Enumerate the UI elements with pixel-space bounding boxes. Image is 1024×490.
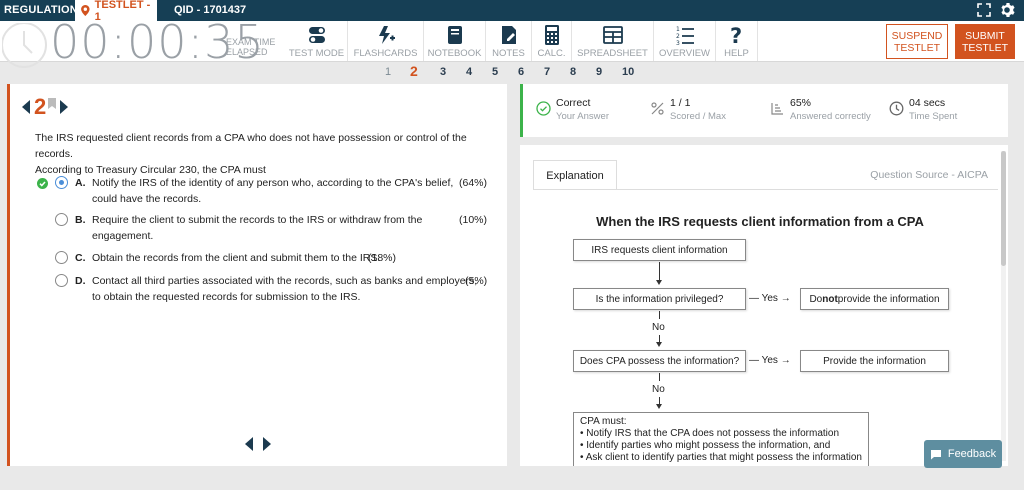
help-icon: ? (730, 24, 742, 46)
question-nav-3[interactable]: 3 (440, 66, 446, 78)
radio-button[interactable] (55, 251, 68, 264)
svg-text:2: 2 (676, 33, 680, 40)
radio-button[interactable] (55, 274, 68, 287)
question-nav-10[interactable]: 10 (622, 66, 634, 78)
flow-label-no-2: No (652, 384, 665, 395)
flow-box-request: IRS requests client information (573, 239, 746, 261)
scrollbar-thumb[interactable] (1001, 151, 1006, 266)
feedback-button[interactable]: Feedback (924, 440, 1002, 468)
flow-box-possess: Does CPA possess the information? (573, 350, 746, 372)
bar-chart-icon (771, 103, 783, 115)
flow-label-yes-2: — Yes → (749, 355, 791, 366)
question-nav-8[interactable]: 8 (570, 66, 576, 78)
time-spent-stat: 04 secs Time Spent (889, 96, 957, 124)
suspend-testlet-button[interactable]: SUSPEND TESTLET (886, 24, 948, 59)
prev-question-icon[interactable] (22, 100, 30, 114)
notebook-button[interactable]: NOTEBOOK (424, 21, 486, 61)
correct-check-icon (37, 178, 48, 189)
submit-testlet-button[interactable]: SUBMIT TESTLET (955, 24, 1015, 59)
flow-label-yes-1: — Yes → (749, 293, 791, 304)
your-answer-stat: Correct Your Answer (536, 96, 609, 124)
question-header: 2 (22, 94, 69, 120)
flow-connector (659, 311, 660, 319)
flow-label-no-1: No (652, 322, 665, 333)
flowchart-title: When the IRS requests client information… (596, 214, 924, 229)
percent-correct-stat: 65% Answered correctly (771, 96, 871, 124)
calculator-icon (544, 25, 559, 45)
flow-arrow-down (656, 280, 662, 285)
chat-bubble-icon (930, 449, 941, 459)
question-nav-1[interactable]: 1 (385, 66, 391, 78)
explanation-panel: Explanation Question Source - AICPA When… (520, 145, 1008, 466)
help-button[interactable]: ? HELP (716, 21, 758, 61)
fullscreen-icon[interactable] (977, 3, 991, 17)
overview-button[interactable]: 123 OVERVIEW (654, 21, 716, 61)
question-panel: 2 The IRS requested client records from … (7, 84, 507, 466)
tab-explanation[interactable]: Explanation (533, 160, 617, 190)
percent-icon (651, 102, 664, 115)
question-nav-4[interactable]: 4 (466, 66, 472, 78)
bookmark-icon[interactable] (48, 97, 57, 109)
test-mode-button[interactable]: TEST MODE (286, 21, 348, 61)
flow-box-cpa-must: CPA must: • Notify IRS that the CPA does… (573, 412, 869, 466)
flow-arrow-down (656, 404, 662, 409)
flow-box-provide: Provide the information (800, 350, 949, 372)
tab-divider (533, 189, 998, 190)
notes-button[interactable]: NOTES (486, 21, 532, 61)
radio-button[interactable] (55, 213, 68, 226)
timer-label: EXAM TIME ELAPSED (226, 37, 276, 57)
radio-button[interactable] (55, 176, 68, 189)
flashcard-icon (378, 26, 395, 44)
bottom-question-nav (245, 437, 271, 451)
overview-icon: 123 (676, 26, 694, 46)
flow-box-privileged: Is the information privileged? (573, 288, 746, 310)
toggle-icon (308, 27, 325, 43)
score-stat: 1 / 1 Scored / Max (651, 96, 726, 124)
question-nav-6[interactable]: 6 (518, 66, 524, 78)
svg-text:1: 1 (676, 26, 680, 33)
svg-text:3: 3 (676, 40, 680, 46)
calculator-button[interactable]: CALC. (532, 21, 572, 61)
toolbar: 00:00:35 EXAM TIME ELAPSED TEST MODE FLA… (0, 17, 1024, 68)
next-question-icon[interactable] (60, 100, 69, 114)
question-nav-7[interactable]: 7 (544, 66, 550, 78)
check-circle-icon (536, 101, 551, 116)
flow-box-do-not-provide: Do not provide the information (800, 288, 949, 310)
question-navigator: 1 2 3 4 5 6 7 8 9 10 (0, 62, 1024, 82)
question-nav-9[interactable]: 9 (596, 66, 602, 78)
question-number: 2 (34, 94, 47, 119)
flow-connector (659, 373, 660, 381)
flashcards-button[interactable]: FLASHCARDS (348, 21, 424, 61)
question-nav-2[interactable]: 2 (410, 63, 418, 79)
flow-connector (659, 262, 660, 281)
notebook-icon (447, 26, 462, 44)
gear-icon[interactable] (999, 2, 1015, 18)
question-stem: The IRS requested client records from a … (35, 132, 467, 176)
flow-arrow-down (656, 342, 662, 347)
question-nav-5[interactable]: 5 (492, 66, 498, 78)
prev-arrow-icon[interactable] (245, 437, 253, 451)
next-arrow-icon[interactable] (263, 437, 271, 451)
question-source: Question Source - AICPA (870, 169, 988, 181)
spreadsheet-icon (602, 26, 623, 44)
clock-icon (889, 101, 904, 116)
spreadsheet-button[interactable]: SPREADSHEET (572, 21, 654, 61)
result-summary: Correct Your Answer 1 / 1 Scored / Max 6… (520, 84, 1008, 137)
notes-icon (501, 26, 516, 44)
svg-text:?: ? (730, 24, 742, 46)
